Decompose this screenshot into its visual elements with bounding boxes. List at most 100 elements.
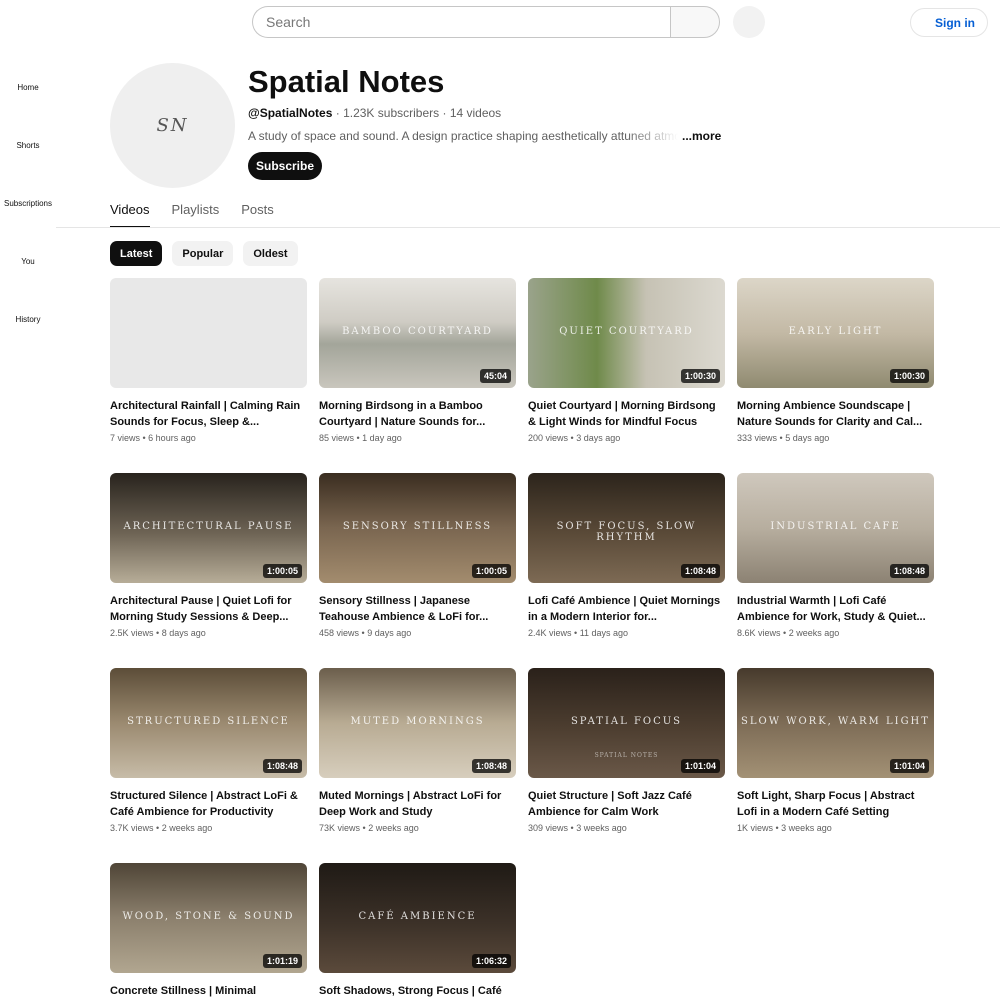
video-meta: 3.7K views • 2 weeks ago (110, 823, 213, 833)
thumbnail-caption: SLOW WORK, WARM LIGHT (741, 716, 930, 727)
upload-age: 3 weeks ago (576, 823, 627, 833)
video-card[interactable]: INDUSTRIAL CAFE 1:08:48 Industrial Warmt… (737, 473, 934, 638)
duration-badge: 1:00:05 (471, 564, 511, 578)
sidebar-item-shorts[interactable]: Shorts (0, 141, 56, 150)
video-meta: 73K views • 2 weeks ago (319, 823, 419, 833)
sort-chips: Latest Popular Oldest (110, 241, 308, 266)
duration-badge: 45:04 (479, 369, 511, 383)
channel-meta: @SpatialNotes · 1.23K subscribers · 14 v… (248, 106, 501, 120)
video-card[interactable]: CAFÉ AMBIENCE 1:06:32 Soft Shadows, Stro… (319, 863, 516, 1000)
voice-search-button[interactable] (733, 6, 765, 38)
video-card[interactable]: QUIET COURTYARD 1:00:30 Quiet Courtyard … (528, 278, 725, 443)
subscribe-button[interactable]: Subscribe (248, 152, 322, 180)
upload-age: 1 day ago (362, 433, 402, 443)
upload-age: 2 weeks ago (788, 628, 840, 638)
tab-playlists[interactable]: Playlists (172, 196, 220, 228)
video-title[interactable]: Morning Ambience Soundscape | Nature Sou… (737, 398, 934, 430)
sidebar-item-label: Home (17, 83, 39, 92)
duration-badge: 1:08:48 (889, 564, 929, 578)
video-thumbnail[interactable]: SOFT FOCUS, SLOW RHYTHM 1:08:48 (528, 473, 725, 583)
video-title[interactable]: Muted Mornings | Abstract LoFi for Deep … (319, 788, 516, 820)
more-link[interactable]: ...more (682, 129, 721, 143)
video-title[interactable]: Structured Silence | Abstract LoFi & Caf… (110, 788, 307, 820)
subscriber-count: 1.23K subscribers (343, 106, 440, 120)
video-card[interactable]: WOOD, STONE & SOUND 1:01:19 Concrete Sti… (110, 863, 307, 1000)
duration-badge: 1:08:48 (471, 759, 511, 773)
duration-badge: 1:00:05 (262, 564, 302, 578)
thumbnail-caption: CAFÉ AMBIENCE (358, 911, 477, 922)
video-title[interactable]: Architectural Rainfall | Calming Rain So… (110, 398, 307, 430)
view-count: 309 views (528, 823, 569, 833)
thumbnail-caption: QUIET COURTYARD (559, 326, 694, 337)
video-thumbnail[interactable]: MUTED MORNINGS 1:08:48 (319, 668, 516, 778)
duration-badge: 1:01:04 (680, 759, 720, 773)
video-meta: 7 views • 6 hours ago (110, 433, 196, 443)
video-card[interactable]: ARCHITECTURAL PAUSE 1:00:05 Architectura… (110, 473, 307, 638)
video-card[interactable]: STRUCTURED SILENCE 1:08:48 Structured Si… (110, 668, 307, 833)
search-input[interactable] (252, 6, 670, 38)
channel-avatar: SN (110, 63, 235, 188)
thumbnail-caption: SPATIAL FOCUS (570, 716, 683, 727)
video-thumbnail[interactable]: SPATIAL FOCUS SPATIAL NOTES 1:01:04 (528, 668, 725, 778)
video-title[interactable]: Morning Birdsong in a Bamboo Courtyard |… (319, 398, 516, 430)
view-count: 458 views (319, 628, 360, 638)
view-count: 73K views (319, 823, 361, 833)
view-count: 2.4K views (528, 628, 572, 638)
video-title[interactable]: Architectural Pause | Quiet Lofi for Mor… (110, 593, 307, 625)
video-meta: 458 views • 9 days ago (319, 628, 412, 638)
video-title[interactable]: Quiet Structure | Soft Jazz Café Ambienc… (528, 788, 725, 820)
video-card[interactable]: SPATIAL FOCUS SPATIAL NOTES 1:01:04 Quie… (528, 668, 725, 833)
view-count: 2.5K views (110, 628, 154, 638)
tabs-divider (56, 227, 1000, 228)
sidebar-item-home[interactable]: Home (0, 83, 56, 92)
chip-latest[interactable]: Latest (110, 241, 163, 266)
sign-in-button[interactable]: Sign in (910, 8, 988, 37)
video-card[interactable]: BAMBOO COURTYARD 45:04 Morning Birdsong … (319, 278, 516, 443)
channel-tabs: Videos Playlists Posts (110, 196, 296, 228)
video-title[interactable]: Sensory Stillness | Japanese Teahouse Am… (319, 593, 516, 625)
video-thumbnail[interactable]: CAFÉ AMBIENCE 1:06:32 (319, 863, 516, 973)
video-thumbnail[interactable]: WOOD, STONE & SOUND 1:01:19 (110, 863, 307, 973)
video-thumbnail[interactable] (110, 278, 307, 388)
tab-videos[interactable]: Videos (110, 196, 150, 228)
sidebar-item-history[interactable]: History (0, 315, 56, 324)
channel-handle: @SpatialNotes (248, 106, 333, 120)
video-thumbnail[interactable]: EARLY LIGHT 1:00:30 (737, 278, 934, 388)
video-title[interactable]: Lofi Café Ambience | Quiet Mornings in a… (528, 593, 725, 625)
video-thumbnail[interactable]: STRUCTURED SILENCE 1:08:48 (110, 668, 307, 778)
thumbnail-caption: EARLY LIGHT (788, 326, 883, 337)
video-meta: 1K views • 3 weeks ago (737, 823, 832, 833)
video-thumbnail[interactable]: QUIET COURTYARD 1:00:30 (528, 278, 725, 388)
search-button[interactable] (670, 6, 720, 38)
video-title[interactable]: Quiet Courtyard | Morning Birdsong & Lig… (528, 398, 725, 430)
video-title[interactable]: Industrial Warmth | Lofi Café Ambience f… (737, 593, 934, 625)
sidebar-item-you[interactable]: You (0, 257, 56, 266)
video-title[interactable]: Concrete Stillness | Minimal (110, 983, 307, 1000)
video-thumbnail[interactable]: SLOW WORK, WARM LIGHT 1:01:04 (737, 668, 934, 778)
video-title[interactable]: Soft Light, Sharp Focus | Abstract Lofi … (737, 788, 934, 820)
sidebar-item-label: Shorts (16, 141, 40, 150)
video-thumbnail[interactable]: SENSORY STILLNESS 1:00:05 (319, 473, 516, 583)
video-card[interactable]: EARLY LIGHT 1:00:30 Morning Ambience Sou… (737, 278, 934, 443)
video-thumbnail[interactable]: INDUSTRIAL CAFE 1:08:48 (737, 473, 934, 583)
duration-badge: 1:08:48 (262, 759, 302, 773)
video-title[interactable]: Soft Shadows, Strong Focus | Café (319, 983, 516, 1000)
video-card[interactable]: Architectural Rainfall | Calming Rain So… (110, 278, 307, 443)
duration-badge: 1:06:32 (471, 954, 511, 968)
view-count: 200 views (528, 433, 569, 443)
upload-age: 9 days ago (367, 628, 412, 638)
video-card[interactable]: SLOW WORK, WARM LIGHT 1:01:04 Soft Light… (737, 668, 934, 833)
upload-age: 2 weeks ago (161, 823, 213, 833)
upload-age: 2 weeks ago (368, 823, 419, 833)
chip-oldest[interactable]: Oldest (243, 241, 298, 266)
view-count: 333 views (737, 433, 778, 443)
video-card[interactable]: SENSORY STILLNESS 1:00:05 Sensory Stilln… (319, 473, 516, 638)
meta-separator: · (442, 106, 447, 120)
chip-popular[interactable]: Popular (172, 241, 234, 266)
video-card[interactable]: MUTED MORNINGS 1:08:48 Muted Mornings | … (319, 668, 516, 833)
video-thumbnail[interactable]: BAMBOO COURTYARD 45:04 (319, 278, 516, 388)
sidebar-item-subscriptions[interactable]: Subscriptions (0, 199, 56, 208)
video-thumbnail[interactable]: ARCHITECTURAL PAUSE 1:00:05 (110, 473, 307, 583)
video-card[interactable]: SOFT FOCUS, SLOW RHYTHM 1:08:48 Lofi Caf… (528, 473, 725, 638)
tab-posts[interactable]: Posts (241, 196, 274, 228)
